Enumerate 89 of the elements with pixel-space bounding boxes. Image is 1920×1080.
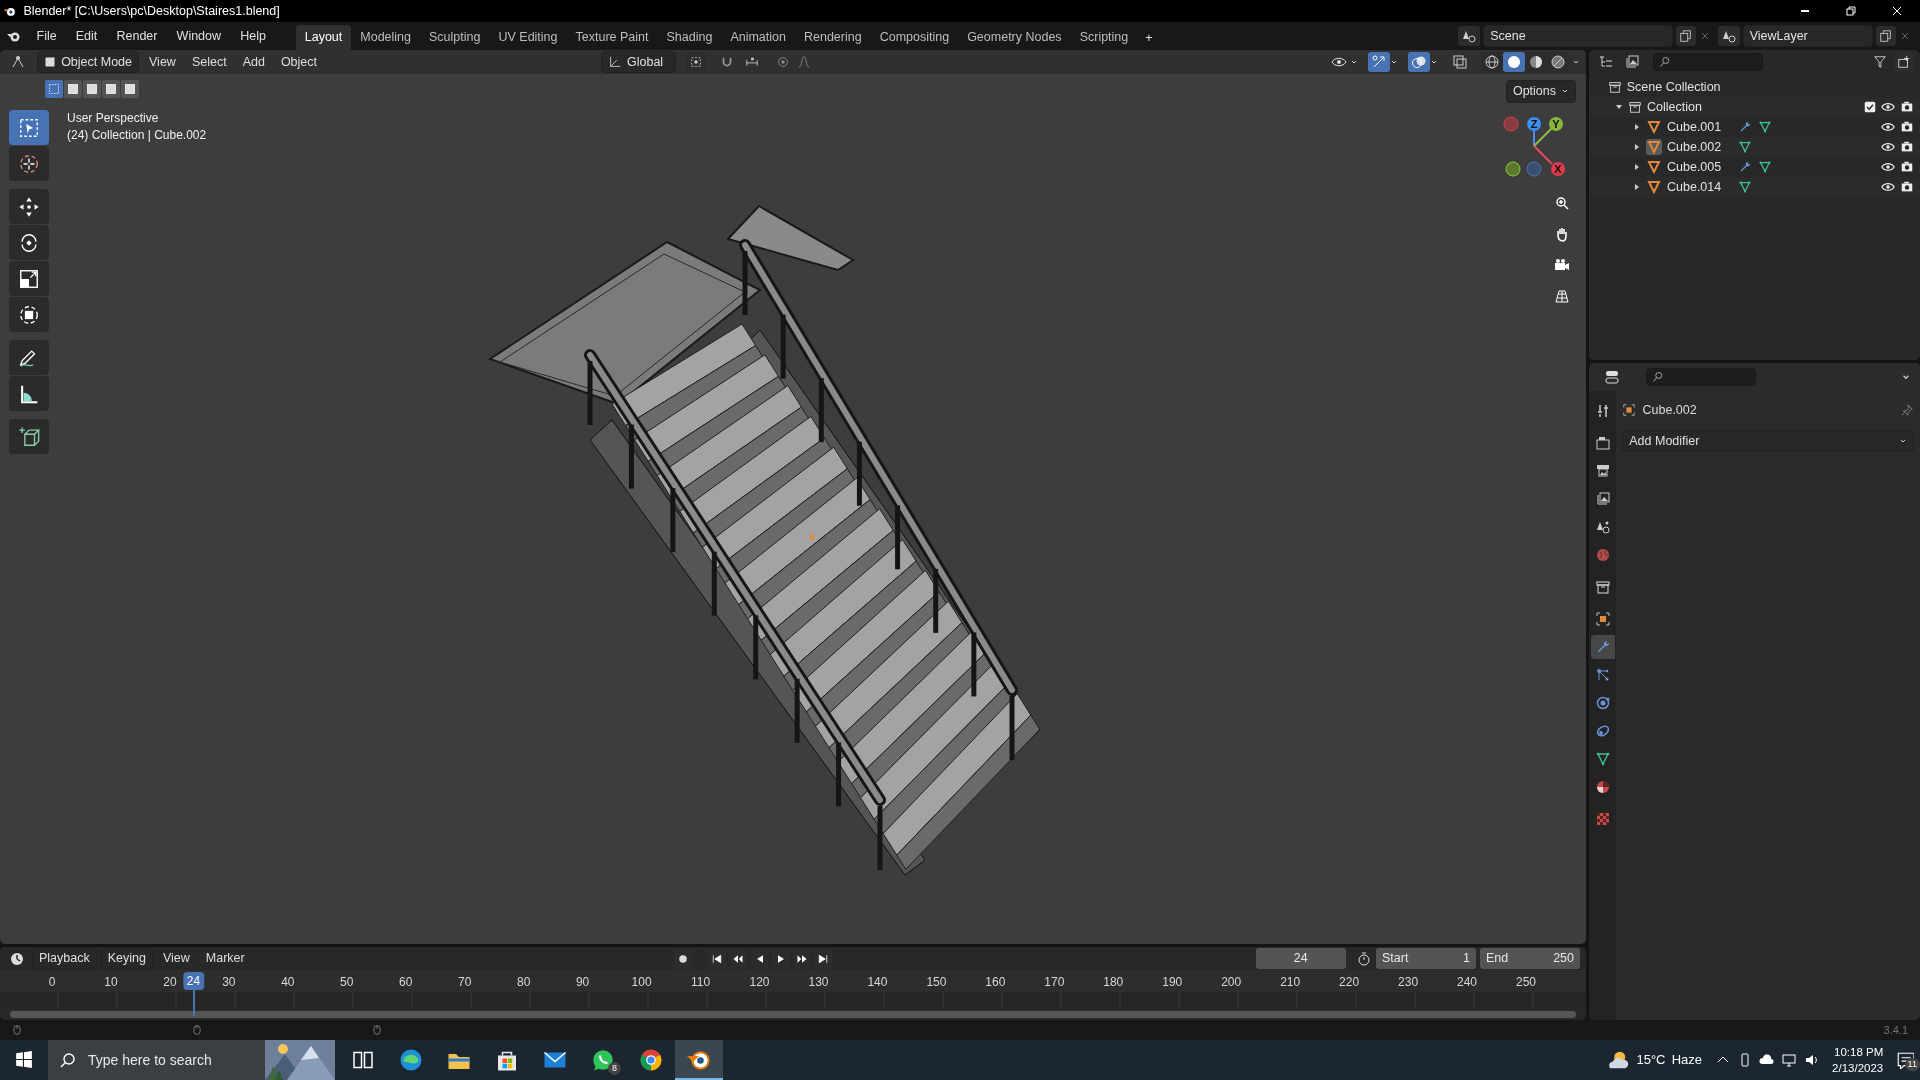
frame-number: 210 bbox=[1280, 974, 1301, 992]
x-axis-handle[interactable]: X bbox=[1533, 145, 1565, 176]
field-label: End bbox=[1486, 950, 1509, 968]
workspace-tab[interactable]: Rendering bbox=[794, 25, 871, 50]
name-field[interactable]: ViewLayer bbox=[1742, 24, 1873, 48]
name-field[interactable]: Scene bbox=[1483, 24, 1674, 48]
version-label: 3.4.1 bbox=[1883, 1022, 1908, 1038]
workspace-tab[interactable]: Compositing bbox=[870, 25, 959, 50]
options-dropdown[interactable]: Options bbox=[1505, 80, 1576, 103]
search-box[interactable]: Type here to search bbox=[48, 1040, 335, 1080]
orientation-label: Global bbox=[627, 53, 664, 71]
menu-item[interactable]: Select bbox=[185, 51, 233, 73]
frame-number: 190 bbox=[1162, 974, 1183, 992]
workspace-tab[interactable]: Modeling bbox=[351, 25, 421, 50]
z-axis-handle[interactable]: Z bbox=[1527, 117, 1541, 147]
menu-item[interactable]: Marker bbox=[199, 948, 251, 970]
search-field[interactable]: Type here to search bbox=[86, 1048, 256, 1072]
notification-badge: 8 bbox=[608, 1062, 621, 1075]
frame-number: 0 bbox=[48, 974, 56, 992]
playhead-frame[interactable]: 24 bbox=[182, 972, 205, 991]
frame-number: 80 bbox=[517, 974, 531, 992]
field-value[interactable]: 250 bbox=[1553, 949, 1574, 969]
frame-number: 50 bbox=[340, 974, 354, 992]
viewport-info-text: User Perspective bbox=[67, 110, 160, 127]
tree-item[interactable]: Cube.001 bbox=[1667, 117, 1733, 137]
frame-number: 230 bbox=[1398, 974, 1419, 992]
menu-item[interactable]: View bbox=[143, 51, 182, 73]
frame-number: 110 bbox=[691, 974, 711, 992]
clock-date[interactable]: 2/13/2023 bbox=[1832, 1060, 1884, 1076]
workspace-tab[interactable]: Texture Paint bbox=[566, 25, 658, 50]
notification-count: 11 bbox=[1904, 1058, 1920, 1072]
frame-number: 200 bbox=[1221, 974, 1242, 992]
tree-item[interactable]: Cube.005 bbox=[1667, 157, 1733, 177]
add-modifier-dropdown[interactable]: Add Modifier bbox=[1622, 429, 1914, 453]
temperature: 15°C bbox=[1636, 1051, 1666, 1070]
frame-number: 20 bbox=[163, 974, 177, 992]
frame-number: 70 bbox=[458, 974, 472, 992]
mode-label: Object Mode bbox=[61, 53, 132, 71]
tree-item[interactable]: Collection bbox=[1647, 97, 1702, 117]
frame-number: 140 bbox=[867, 974, 888, 992]
workspace-tab[interactable]: UV Editing bbox=[489, 25, 567, 50]
frame-number: 30 bbox=[222, 974, 236, 992]
dropdown-label: Add Modifier bbox=[1629, 432, 1700, 450]
frame-number: 90 bbox=[575, 974, 590, 992]
workspace-tab[interactable]: Shading bbox=[657, 25, 722, 50]
frame-number: 150 bbox=[926, 974, 947, 992]
mode-dropdown[interactable]: Object Mode bbox=[37, 50, 139, 74]
menu-item[interactable]: Render bbox=[108, 24, 166, 48]
add-workspace-button[interactable]: + bbox=[1137, 27, 1161, 50]
window-title: Blender* [C:\Users\pc\Desktop\Staires1.blend] bbox=[23, 2, 280, 20]
frame-field[interactable]: 24 bbox=[1255, 948, 1346, 970]
weather-condition: Haze bbox=[1671, 1051, 1703, 1070]
frame-number: 130 bbox=[808, 974, 829, 992]
workspace-tab[interactable]: Animation bbox=[721, 25, 795, 50]
menu-item[interactable]: Window bbox=[168, 24, 230, 48]
frame-number: 170 bbox=[1044, 974, 1065, 992]
workspace-tab[interactable]: Sculpting bbox=[420, 25, 490, 50]
taskbar-app-button[interactable]: 8 bbox=[579, 1040, 627, 1080]
frame-number: 220 bbox=[1339, 974, 1360, 992]
orientation-dropdown[interactable]: Global bbox=[601, 50, 676, 74]
menu-item[interactable]: Edit bbox=[67, 24, 106, 48]
frame-number: 180 bbox=[1103, 974, 1124, 992]
workspace-tab[interactable]: Geometry Nodes bbox=[958, 25, 1071, 50]
tree-item[interactable]: Scene Collection bbox=[1626, 77, 1721, 97]
field-value[interactable]: 1 bbox=[1463, 949, 1470, 969]
frame-number: 40 bbox=[281, 974, 295, 992]
options-label: Options bbox=[1512, 83, 1556, 100]
object-name: Cube.002 bbox=[1642, 401, 1697, 419]
frame-number: 60 bbox=[399, 974, 413, 992]
menu-item[interactable]: Object bbox=[274, 51, 323, 73]
viewport-info-text: (24) Collection | Cube.002 bbox=[67, 127, 207, 144]
frame-number: 100 bbox=[631, 974, 652, 992]
frame-number: 160 bbox=[985, 974, 1006, 992]
menu-item[interactable]: Help bbox=[232, 24, 274, 48]
frame-number: 240 bbox=[1457, 974, 1478, 992]
menu-item[interactable]: Playback bbox=[32, 947, 97, 971]
clock-time[interactable]: 10:18 PM bbox=[1834, 1044, 1884, 1060]
menu-item[interactable]: Keying bbox=[100, 947, 153, 971]
frame-number: 250 bbox=[1516, 974, 1536, 992]
menu-item[interactable]: View bbox=[156, 948, 196, 970]
workspace-tab[interactable]: Layout bbox=[295, 25, 352, 50]
tree-item[interactable]: Cube.002 bbox=[1667, 137, 1733, 157]
tree-item[interactable]: Cube.014 bbox=[1667, 177, 1733, 197]
menu-item[interactable]: Add bbox=[236, 51, 271, 73]
frame-number: 10 bbox=[104, 974, 118, 992]
workspace-tab[interactable]: Scripting bbox=[1070, 25, 1138, 50]
field-label: Start bbox=[1382, 950, 1409, 968]
frame-number: 120 bbox=[749, 974, 770, 992]
menu-item[interactable]: File bbox=[28, 24, 65, 48]
